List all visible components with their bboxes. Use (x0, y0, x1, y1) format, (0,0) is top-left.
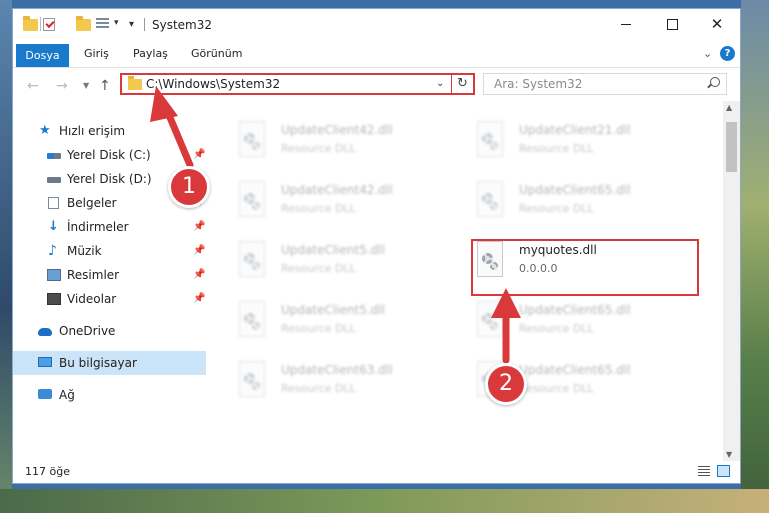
close-icon: ✕ (710, 15, 724, 33)
file-tile[interactable]: UpdateClient42.dll Resource DLL (235, 179, 460, 227)
status-bar: 117 öğe (13, 461, 740, 483)
sidebar-item-onedrive[interactable]: OneDrive (13, 319, 206, 343)
navigation-pane: ★ Hızlı erişim Yerel Disk (C:) 📌 Yerel D… (13, 109, 209, 459)
tab-file[interactable]: Dosya (16, 44, 69, 67)
download-icon: ↓ (48, 219, 59, 234)
dll-file-icon (473, 181, 503, 219)
drive-icon (47, 177, 61, 183)
minimize-icon (621, 24, 631, 25)
tab-view[interactable]: Görünüm (191, 44, 242, 64)
file-tile[interactable]: UpdateClient5.dll Resource DLL (235, 239, 460, 287)
refresh-icon[interactable]: ↻ (457, 76, 468, 91)
tab-home[interactable]: Giriş (84, 44, 109, 64)
ribbon-tabs: Dosya Giriş Paylaş Görünüm ⌄ ? (13, 40, 740, 68)
properties-check-icon[interactable] (43, 18, 55, 31)
star-icon: ★ (39, 123, 51, 138)
sidebar-item-this-pc[interactable]: Bu bilgisayar (13, 351, 206, 375)
title-bar: ▾ ▾ System32 ✕ (13, 9, 740, 40)
properties-list-icon[interactable] (96, 18, 109, 30)
desktop-background-bottom (0, 489, 769, 513)
pin-icon[interactable]: 📌 (193, 263, 205, 287)
desktop-background-left (0, 0, 12, 513)
up-arrow-icon[interactable]: ↑ (99, 78, 111, 94)
pin-icon[interactable]: 📌 (193, 143, 205, 167)
annotation-badge-1: 1 (168, 166, 210, 208)
pin-icon[interactable]: 📌 (193, 215, 205, 239)
address-bar[interactable]: C:\Windows\System32 ⌄ ↻ (120, 73, 475, 95)
drive-icon (47, 153, 61, 159)
vertical-scrollbar[interactable]: ▲ ▼ (723, 101, 740, 461)
quick-access-divider (40, 17, 41, 31)
cloud-icon (38, 328, 52, 336)
address-path[interactable]: C:\Windows\System32 (146, 77, 280, 91)
annotation-badge-2: 2 (485, 363, 527, 405)
search-icon[interactable] (710, 77, 720, 87)
pin-icon[interactable]: 📌 (193, 239, 205, 263)
tiles-view-icon[interactable] (717, 465, 730, 477)
quick-access-dropdown-icon[interactable]: ▾ (114, 18, 119, 28)
sidebar-item-downloads[interactable]: ↓ İndirmeler 📌 (13, 215, 206, 239)
sidebar-item-pictures[interactable]: Resimler 📌 (13, 263, 206, 287)
search-placeholder: Ara: System32 (494, 77, 583, 91)
recent-locations-chevron-icon[interactable]: ▼ (83, 81, 89, 90)
file-tile[interactable]: UpdateClient42.dll Resource DLL (235, 119, 460, 167)
dll-file-icon (473, 301, 503, 339)
search-input[interactable]: Ara: System32 (483, 73, 727, 95)
sidebar-item-network[interactable]: Ağ (13, 383, 206, 407)
address-folder-icon (128, 76, 142, 90)
file-tile[interactable]: UpdateClient65.dll Resource DLL (473, 299, 698, 347)
pin-icon[interactable]: 📌 (193, 287, 205, 311)
scroll-up-icon[interactable]: ▲ (726, 103, 732, 112)
dll-file-icon (235, 301, 265, 339)
file-explorer-window: ▾ ▾ System32 ✕ Dosya Giriş Paylaş Görünü… (12, 8, 741, 484)
item-count: 117 öğe (25, 465, 70, 478)
desktop-background-right (741, 0, 769, 513)
title-divider (144, 18, 145, 31)
dll-file-icon (235, 241, 265, 279)
computer-icon (38, 357, 52, 367)
navigation-bar: ← → ▼ ↑ C:\Windows\System32 ⌄ ↻ Ara: Sys… (13, 69, 740, 101)
dll-file-icon (235, 361, 265, 399)
minimize-button[interactable] (603, 9, 649, 40)
sidebar-item-local-disk-c[interactable]: Yerel Disk (C:) 📌 (13, 143, 206, 167)
back-arrow-icon[interactable]: ← (27, 78, 39, 94)
help-icon[interactable]: ? (720, 46, 735, 61)
customize-toolbar-icon[interactable]: ▾ (129, 19, 134, 30)
file-tile[interactable]: UpdateClient21.dll Resource DLL (473, 119, 698, 167)
dll-file-icon (235, 121, 265, 159)
window-title: System32 (152, 18, 213, 32)
forward-arrow-icon[interactable]: → (56, 78, 68, 94)
sidebar-item-videos[interactable]: Videolar 📌 (13, 287, 206, 311)
dll-file-icon (473, 121, 503, 159)
file-tile[interactable]: UpdateClient63.dll Resource DLL (235, 359, 460, 407)
document-icon (48, 197, 59, 209)
maximize-icon (666, 19, 678, 30)
file-tile[interactable]: UpdateClient5.dll Resource DLL (235, 299, 460, 347)
maximize-button[interactable] (649, 9, 695, 40)
sidebar-item-quick-access[interactable]: ★ Hızlı erişim (13, 119, 206, 143)
network-icon (38, 389, 52, 399)
details-view-icon[interactable] (698, 466, 710, 477)
dll-file-icon (235, 181, 265, 219)
close-button[interactable]: ✕ (694, 9, 740, 40)
file-highlight-box (471, 239, 699, 296)
scroll-down-icon[interactable]: ▼ (726, 450, 732, 459)
video-icon (47, 293, 61, 305)
address-dropdown-icon[interactable]: ⌄ (436, 78, 444, 89)
pictures-icon (47, 269, 61, 281)
address-divider (451, 75, 452, 93)
scrollbar-thumb[interactable] (726, 122, 737, 172)
ribbon-expand-chevron-icon[interactable]: ⌄ (703, 47, 712, 60)
music-icon: ♪ (48, 243, 57, 259)
sidebar-item-music[interactable]: ♪ Müzik 📌 (13, 239, 206, 263)
file-tile[interactable]: UpdateClient65.dll Resource DLL (473, 179, 698, 227)
tab-share[interactable]: Paylaş (133, 44, 168, 64)
